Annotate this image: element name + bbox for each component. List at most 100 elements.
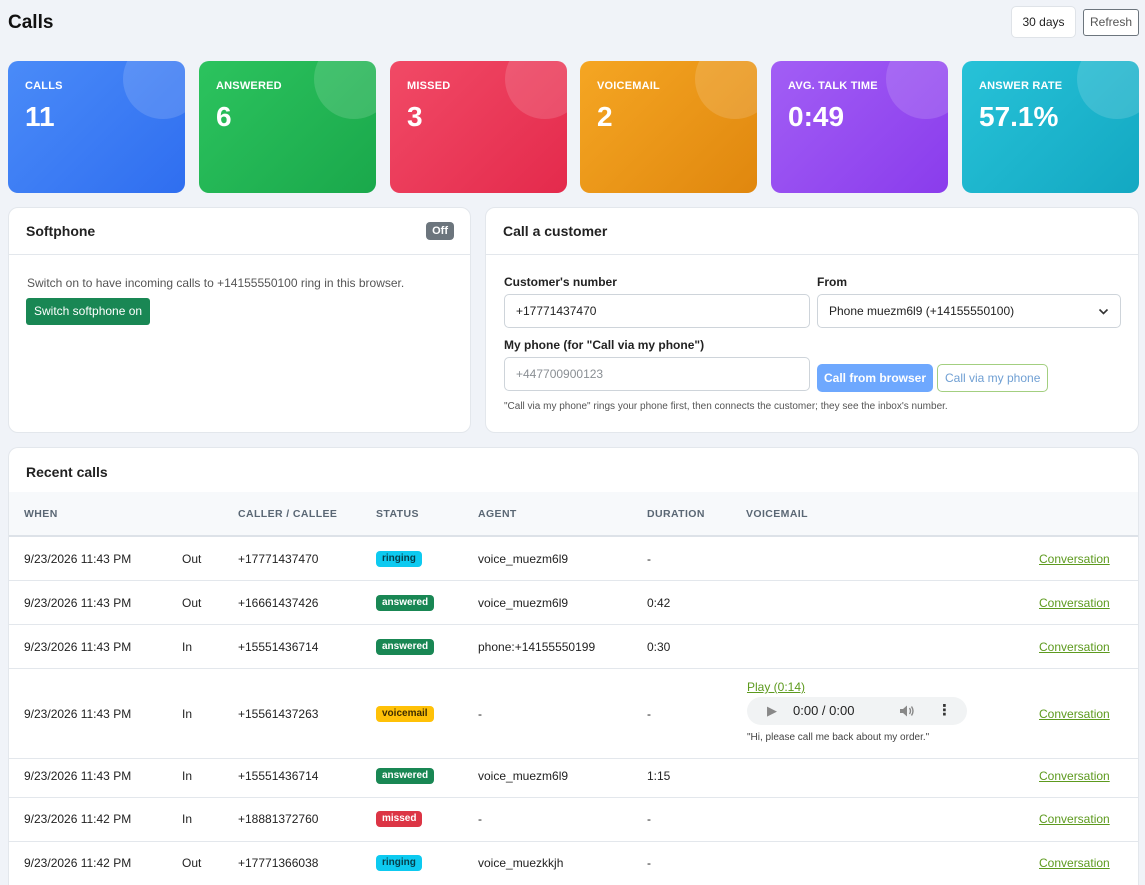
kpi-value: 11 [25, 101, 55, 132]
call-duration: 0:42 [647, 596, 671, 610]
call-number: +16661437426 [238, 596, 319, 610]
call-hint-text: "Call via my phone" rings your phone fir… [504, 401, 948, 412]
call-when: 9/23/2026 11:43 PM [24, 596, 132, 610]
call-duration: - [647, 812, 651, 826]
column-header-when: WHEN [24, 508, 58, 520]
call-number: +17771366038 [238, 856, 319, 870]
call-via-my-phone-button[interactable]: Call via my phone [937, 364, 1049, 392]
conversation-link[interactable]: Conversation [1039, 856, 1110, 870]
conversation-link[interactable]: Conversation [1039, 769, 1110, 783]
conversation-link[interactable]: Conversation [1039, 707, 1110, 721]
audio-player[interactable]: ▶ 0:00 / 0:00 ⋮ [747, 697, 967, 725]
kpi-label: CALLS [25, 80, 63, 92]
page-header: Calls 30 days Refresh [0, 0, 1145, 50]
status-badge: ringing [376, 551, 422, 567]
call-from-browser-button[interactable]: Call from browser [817, 364, 934, 392]
call-direction: In [182, 812, 193, 826]
card-header: Call a customer [486, 208, 1138, 255]
voicemail-transcript: "Hi, please call me back about my order.… [747, 732, 930, 743]
play-icon[interactable]: ▶ [767, 703, 777, 719]
from-select[interactable]: Phone muezm6l9 (+14155550100) [817, 294, 1121, 328]
kpi-card-answer-rate: ANSWER RATE 57.1% [962, 61, 1139, 193]
kpi-value: 6 [216, 101, 232, 132]
conversation-link[interactable]: Conversation [1039, 812, 1110, 826]
table-row: 9/23/2026 11:42 PM Out +17771366038 ring… [9, 842, 1138, 885]
play-voicemail-link[interactable]: Play (0:14) [747, 680, 805, 694]
page-title: Calls [8, 12, 54, 33]
kpi-card-missed: MISSED 3 [390, 61, 567, 193]
call-agent: - [478, 812, 482, 826]
column-header-voicemail: VOICEMAIL [746, 508, 808, 520]
date-range-select[interactable]: 30 days [1011, 6, 1076, 38]
status-badge: answered [376, 595, 435, 611]
call-duration: - [647, 552, 651, 566]
conversation-link[interactable]: Conversation [1039, 640, 1110, 654]
decorative-circle [505, 61, 567, 119]
card-header: Softphone Off [9, 208, 470, 255]
call-when: 9/23/2026 11:43 PM [24, 707, 132, 721]
call-duration: 0:30 [647, 640, 671, 654]
call-direction: Out [182, 856, 202, 870]
call-number: +15551436714 [238, 640, 319, 654]
switch-softphone-on-button[interactable]: Switch softphone on [26, 298, 151, 325]
call-direction: In [182, 769, 193, 783]
kpi-card-calls: CALLS 11 [8, 61, 185, 193]
volume-icon[interactable] [899, 703, 915, 721]
call-agent: voice_muezm6l9 [478, 552, 569, 566]
call-agent: - [478, 707, 482, 721]
softphone-card: Softphone Off Switch on to have incoming… [8, 207, 471, 433]
my-phone-input[interactable]: +447700900123 [504, 357, 810, 391]
call-number: +15561437263 [238, 707, 319, 721]
kpi-card-voicemail: VOICEMAIL 2 [580, 61, 757, 193]
status-badge: answered [376, 639, 435, 655]
recent-calls-title: Recent calls [26, 464, 108, 480]
call-direction: Out [182, 552, 202, 566]
table-row: 9/23/2026 11:43 PM In +15551436714 answe… [9, 625, 1138, 669]
kpi-label: AVG. TALK TIME [788, 80, 878, 92]
recent-calls-card: Recent calls WHEN CALLER / CALLEE STATUS… [8, 447, 1139, 885]
softphone-title: Softphone [26, 223, 96, 239]
from-label: From [817, 275, 847, 289]
status-badge: missed [376, 811, 423, 827]
audio-time: 0:00 / 0:00 [793, 703, 855, 718]
table-row: 9/23/2026 11:43 PM In +15551436714 answe… [9, 754, 1138, 798]
kpi-label: ANSWERED [216, 80, 282, 92]
softphone-description: Switch on to have incoming calls to +141… [27, 276, 405, 290]
call-when: 9/23/2026 11:43 PM [24, 769, 132, 783]
call-direction: In [182, 640, 193, 654]
call-agent: voice_muezkkjh [478, 856, 564, 870]
status-badge: voicemail [376, 706, 434, 722]
call-agent: voice_muezm6l9 [478, 769, 569, 783]
call-when: 9/23/2026 11:43 PM [24, 552, 132, 566]
refresh-button[interactable]: Refresh [1083, 9, 1139, 36]
call-when: 9/23/2026 11:42 PM [24, 856, 132, 870]
column-header-caller: CALLER / CALLEE [238, 508, 338, 520]
call-number: +18881372760 [238, 812, 319, 826]
kpi-value: 3 [407, 101, 423, 132]
customer-number-input[interactable]: +17771437470 [504, 294, 810, 328]
from-select-value: Phone muezm6l9 (+14155550100) [829, 304, 1015, 318]
call-when: 9/23/2026 11:42 PM [24, 812, 132, 826]
table-row: 9/23/2026 11:42 PM In +18881372760 misse… [9, 798, 1138, 842]
call-duration: 1:15 [647, 769, 671, 783]
call-duration: - [647, 856, 651, 870]
kpi-label: MISSED [407, 80, 451, 92]
kpi-label: ANSWER RATE [979, 80, 1063, 92]
conversation-link[interactable]: Conversation [1039, 596, 1110, 610]
kpi-value: 57.1% [979, 101, 1059, 132]
more-options-icon[interactable]: ⋮ [937, 701, 952, 719]
call-direction: In [182, 707, 193, 721]
my-phone-label: My phone (for "Call via my phone") [504, 338, 705, 352]
decorative-circle [886, 61, 948, 119]
decorative-circle [1077, 61, 1139, 119]
decorative-circle [695, 61, 757, 119]
conversation-link[interactable]: Conversation [1039, 552, 1110, 566]
kpi-card-answered: ANSWERED 6 [199, 61, 376, 193]
kpi-value: 0:49 [788, 101, 845, 132]
customer-number-label: Customer's number [504, 275, 617, 289]
chevron-down-icon [1098, 295, 1109, 329]
kpi-card-avg-talk-time: AVG. TALK TIME 0:49 [771, 61, 948, 193]
status-badge: answered [376, 768, 435, 784]
table-header: WHEN CALLER / CALLEE STATUS AGENT DURATI… [9, 492, 1138, 537]
table-row: 9/23/2026 11:43 PM Out +16661437426 answ… [9, 581, 1138, 625]
